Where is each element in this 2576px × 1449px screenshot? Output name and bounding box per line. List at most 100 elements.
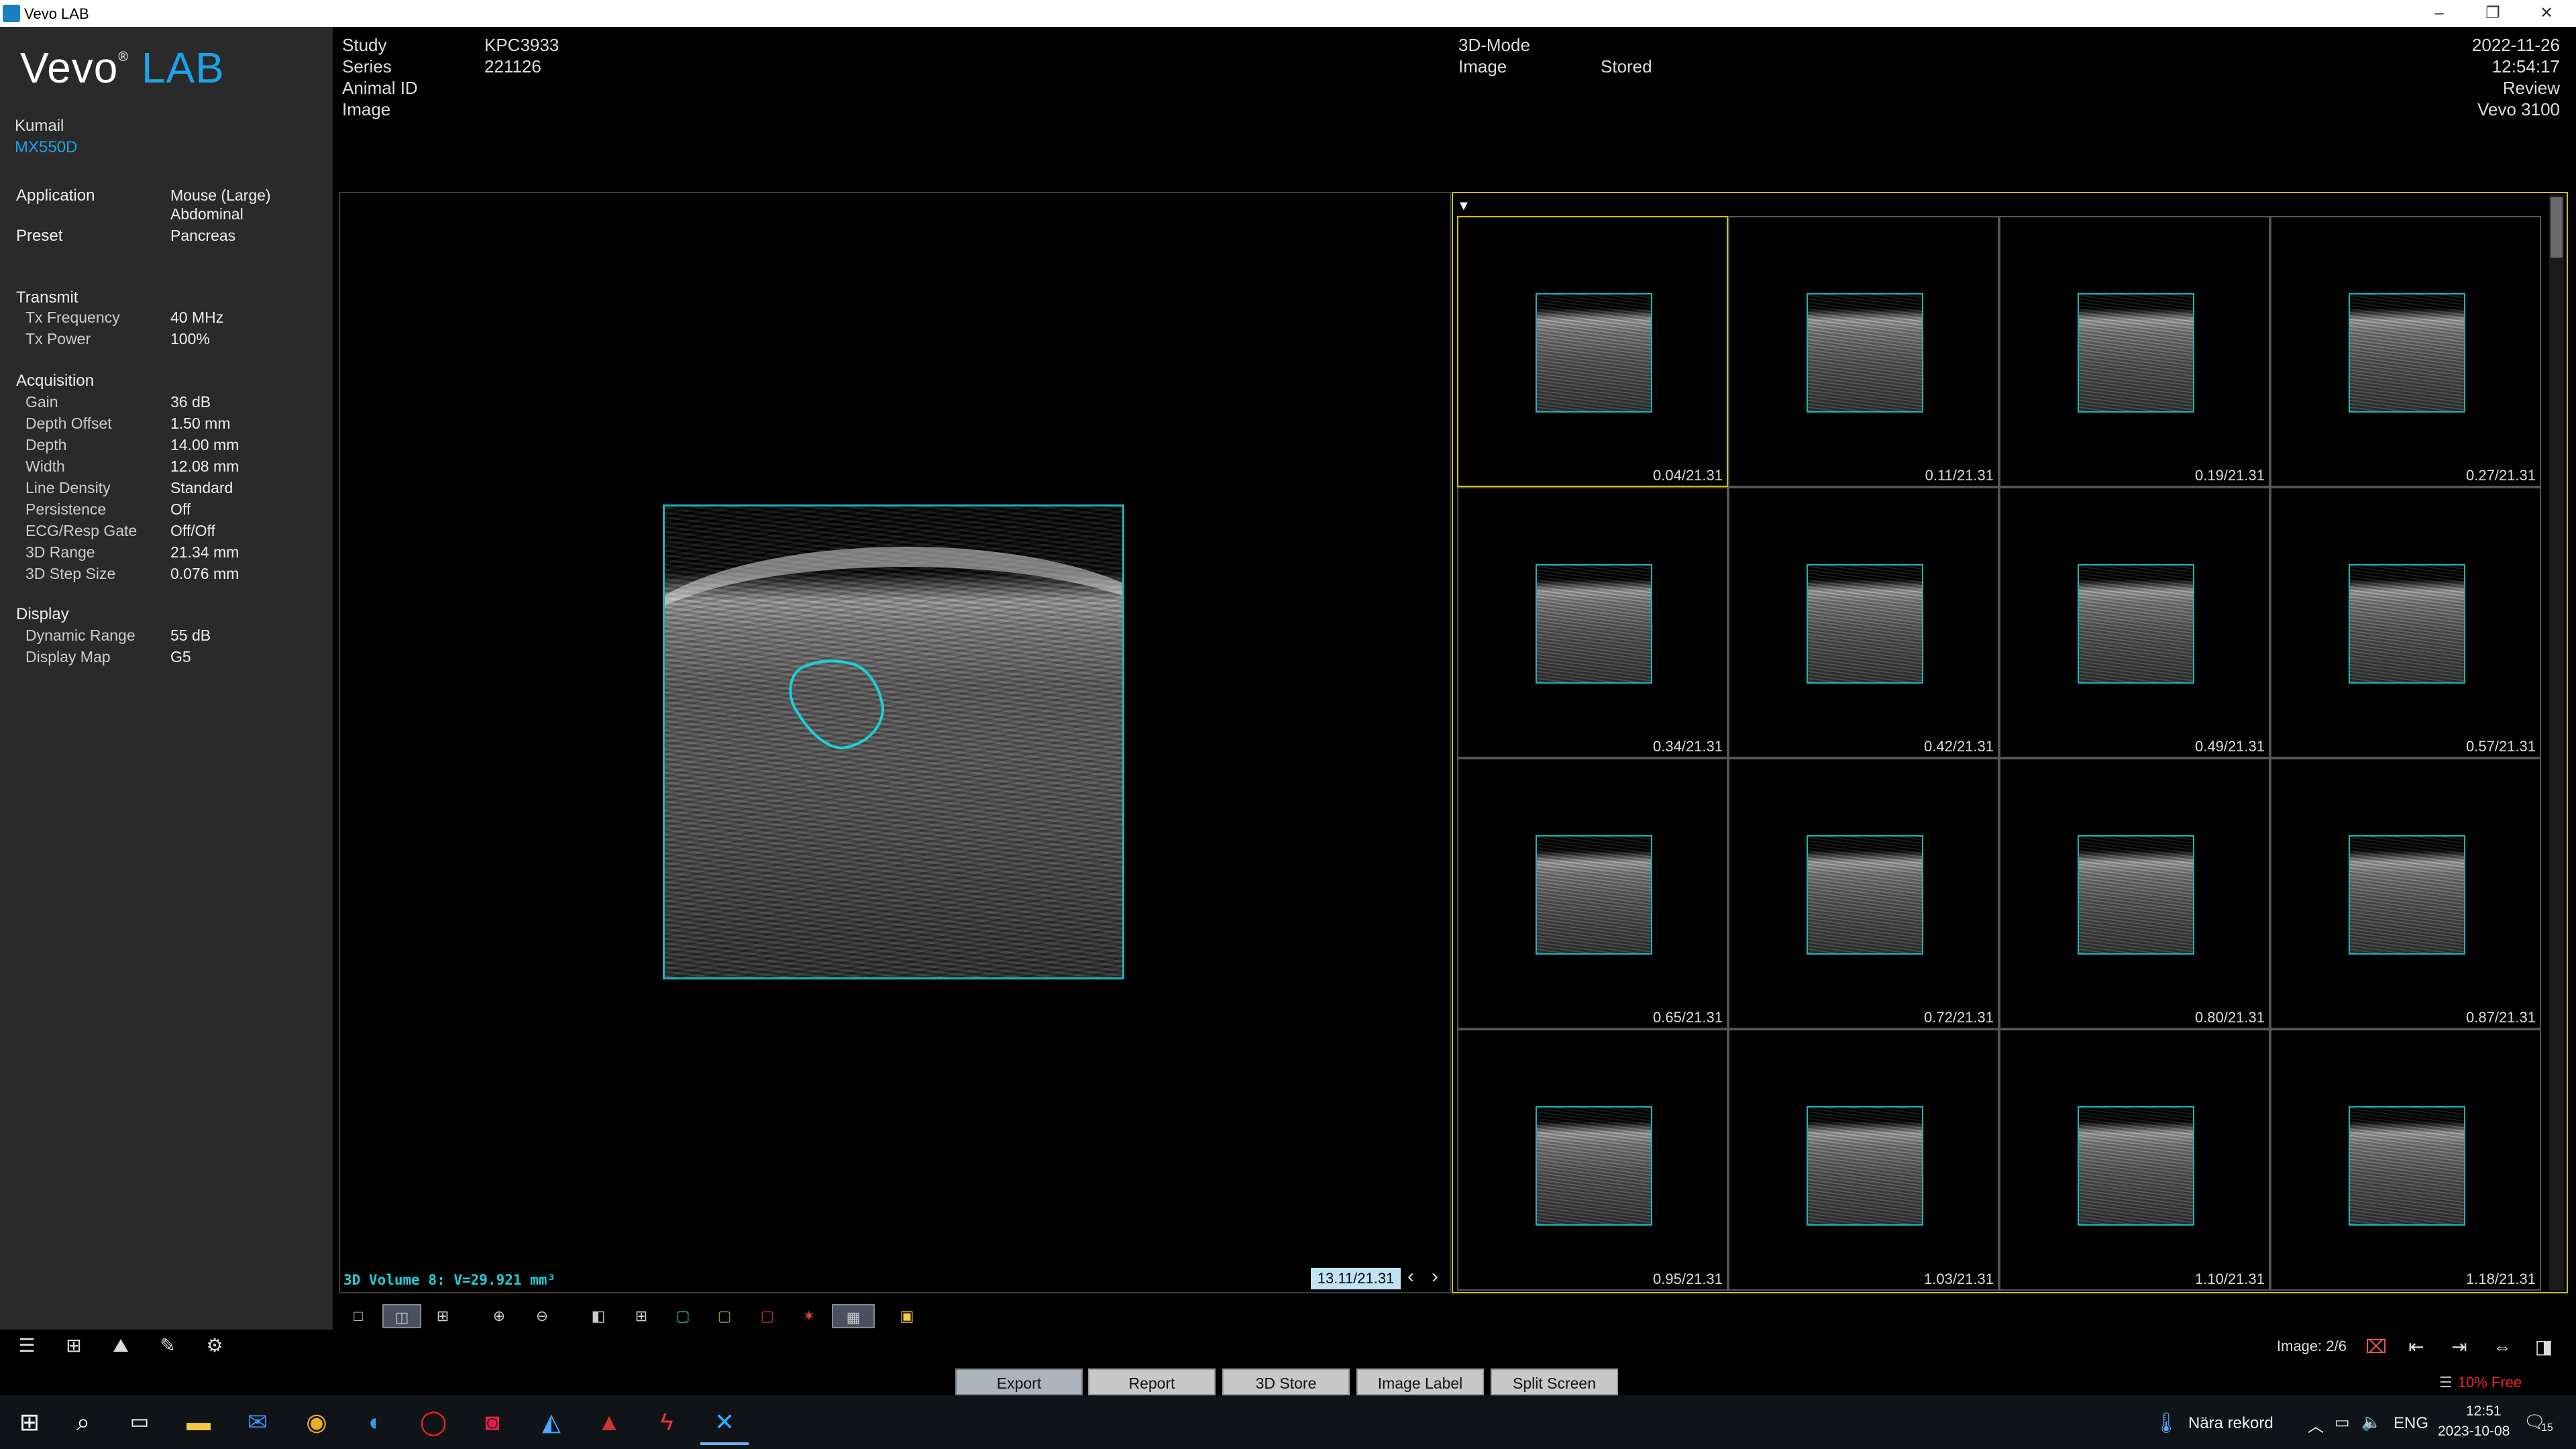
next-frame-button[interactable]: › xyxy=(1432,1265,1438,1288)
thumbnail-grid-icon[interactable]: ▦ xyxy=(832,1304,875,1328)
network-icon[interactable]: ▭ xyxy=(2334,1413,2350,1432)
export-button[interactable]: Export xyxy=(955,1368,1083,1395)
report-button[interactable]: Report xyxy=(1088,1368,1216,1395)
thumbnail-image xyxy=(1807,1106,1923,1226)
image-label: Image xyxy=(342,99,391,119)
powerpoint-icon[interactable]: ◙ xyxy=(468,1399,517,1445)
thumbnail-cell[interactable]: 0.57/21.31 xyxy=(2270,487,2541,758)
axis-icon[interactable]: ✶ xyxy=(794,1304,824,1328)
thumbnail-cell[interactable]: 0.49/21.31 xyxy=(1999,487,2270,758)
weather-text[interactable]: Nära rekord xyxy=(2188,1414,2273,1433)
thumbnail-cell[interactable]: 0.87/21.31 xyxy=(2270,758,2541,1029)
zoom-in-icon[interactable]: ⊕ xyxy=(484,1304,514,1328)
quad-layout-icon[interactable]: ⊞ xyxy=(428,1304,458,1328)
param-value: Off xyxy=(170,500,191,518)
preset-value: Pancreas xyxy=(170,227,236,244)
file-explorer-icon[interactable]: ▬ xyxy=(174,1399,223,1445)
thumbnail-image xyxy=(2349,1106,2465,1226)
green-box-icon[interactable]: ▢ xyxy=(668,1304,698,1328)
task-view-icon[interactable]: ▭ xyxy=(115,1399,164,1445)
roi-contour[interactable] xyxy=(665,506,1122,977)
app-icon-red[interactable]: ▲ xyxy=(585,1399,633,1445)
red-box-icon[interactable]: ▢ xyxy=(753,1304,782,1328)
settings-icon[interactable]: ⚙ xyxy=(199,1331,231,1360)
minimize-button[interactable]: – xyxy=(2412,1,2466,25)
thumbnail-cell[interactable]: 0.19/21.31 xyxy=(1999,216,2270,487)
analysis-icon[interactable]: ⛰ xyxy=(105,1331,137,1360)
thumbnail-cell[interactable]: 0.04/21.31 xyxy=(1457,216,1728,487)
param-value: 1.50 mm xyxy=(170,415,231,432)
thumbnail-cell[interactable]: 0.34/21.31 xyxy=(1457,487,1728,758)
edge-icon[interactable]: ◐ xyxy=(352,1399,400,1445)
restore-button[interactable]: ❐ xyxy=(2466,1,2520,25)
thumbnail-image xyxy=(1536,835,1652,955)
dropdown-triangle-icon[interactable]: ▼ xyxy=(1457,199,1470,214)
thumbnail-cell[interactable]: 0.27/21.31 xyxy=(2270,216,2541,487)
thumbnail-cell[interactable]: 0.65/21.31 xyxy=(1457,758,1728,1029)
color-map-icon[interactable]: ▣ xyxy=(892,1304,922,1328)
single-layout-icon[interactable]: □ xyxy=(343,1304,373,1328)
thermometer-icon: 🌡 xyxy=(2153,1412,2180,1434)
thumbnail-image xyxy=(2078,293,2194,413)
app-icon-flash[interactable]: ϟ xyxy=(643,1399,691,1445)
system-name: Vevo 3100 xyxy=(2477,99,2560,119)
chrome-icon[interactable]: ◉ xyxy=(292,1399,341,1445)
close-button[interactable]: ✕ xyxy=(2520,1,2573,25)
new-study-icon[interactable]: ⊞ xyxy=(58,1331,90,1360)
import-icon[interactable]: ⇤ xyxy=(2400,1334,2432,1360)
fit-width-icon[interactable]: ⇔ xyxy=(2486,1334,2518,1360)
3d-store-button[interactable]: 3D Store xyxy=(1222,1368,1350,1395)
tray-chevron-icon[interactable]: ︿ xyxy=(2308,1413,2324,1436)
panel-toggle-icon[interactable]: ◨ xyxy=(2528,1334,2560,1360)
study-list-icon[interactable]: ☰ xyxy=(11,1331,43,1360)
transducer-name: MX550D xyxy=(15,138,78,156)
param-value: 14.00 mm xyxy=(170,436,239,453)
cube-view-icon[interactable]: ◧ xyxy=(584,1304,613,1328)
thumbnail-scrollbar[interactable] xyxy=(2549,195,2564,1291)
scrollbar-thumb[interactable] xyxy=(2551,197,2563,258)
param-value: 100% xyxy=(170,330,210,347)
measure-icon[interactable]: ✎ xyxy=(152,1331,184,1360)
opera-icon[interactable]: ◯ xyxy=(409,1399,458,1445)
split-screen-button[interactable]: Split Screen xyxy=(1491,1368,1618,1395)
thumbnail-cell[interactable]: 1.18/21.31 xyxy=(2270,1029,2541,1291)
param-value: 40 MHz xyxy=(170,309,224,326)
grid-view-icon[interactable]: ⊞ xyxy=(627,1304,656,1328)
thumbnail-cell[interactable]: 0.72/21.31 xyxy=(1728,758,1999,1029)
disk-free-indicator: ☰ 10% Free xyxy=(2439,1374,2522,1391)
export-image-icon[interactable]: ⇥ xyxy=(2443,1334,2475,1360)
thumbnail-image xyxy=(2349,835,2465,955)
clock-time[interactable]: 12:51 xyxy=(2466,1403,2502,1419)
param-label: Tx Frequency xyxy=(25,309,120,326)
param-label: ECG/Resp Gate xyxy=(25,522,138,539)
param-value: Standard xyxy=(170,479,233,496)
study-time: 12:54:17 xyxy=(2491,56,2560,76)
image-count: Image: 2/6 xyxy=(2277,1338,2347,1354)
notification-count: 15 xyxy=(2541,1422,2553,1434)
param-label: Dynamic Range xyxy=(25,627,136,644)
display-section: Display xyxy=(16,605,69,623)
language-indicator[interactable]: ENG xyxy=(2394,1414,2428,1433)
thumbnail-cell[interactable]: 0.42/21.31 xyxy=(1728,487,1999,758)
vevo-lab-taskbar-icon[interactable]: ✕ xyxy=(700,1399,749,1445)
thumbnail-cell[interactable]: 0.11/21.31 xyxy=(1728,216,1999,487)
olive-box-icon[interactable]: ▢ xyxy=(710,1304,739,1328)
delete-image-icon[interactable]: ⌧ xyxy=(2360,1334,2392,1360)
frame-indicator[interactable]: 13.11/21.31 xyxy=(1311,1268,1401,1289)
mail-icon[interactable]: ✉ xyxy=(233,1399,282,1445)
ultrasound-image[interactable] xyxy=(663,504,1124,979)
dual-layout-icon[interactable]: ◫ xyxy=(382,1304,421,1328)
volume-icon[interactable]: 🔈 xyxy=(2361,1413,2381,1432)
thumbnail-cell[interactable]: 0.95/21.31 xyxy=(1457,1029,1728,1291)
windows-start-icon[interactable]: ⊞ xyxy=(5,1399,54,1445)
search-icon[interactable]: ⌕ xyxy=(59,1399,107,1445)
thumbnail-image xyxy=(2078,835,2194,955)
zoom-out-icon[interactable]: ⊖ xyxy=(527,1304,557,1328)
clock-date[interactable]: 2023-10-08 xyxy=(2438,1424,2510,1440)
prev-frame-button[interactable]: ‹ xyxy=(1407,1265,1414,1288)
thumbnail-cell[interactable]: 1.03/21.31 xyxy=(1728,1029,1999,1291)
image-label-button[interactable]: Image Label xyxy=(1356,1368,1484,1395)
thumbnail-cell[interactable]: 0.80/21.31 xyxy=(1999,758,2270,1029)
thumbnail-cell[interactable]: 1.10/21.31 xyxy=(1999,1029,2270,1291)
app-icon-blue[interactable]: ◭ xyxy=(527,1399,576,1445)
